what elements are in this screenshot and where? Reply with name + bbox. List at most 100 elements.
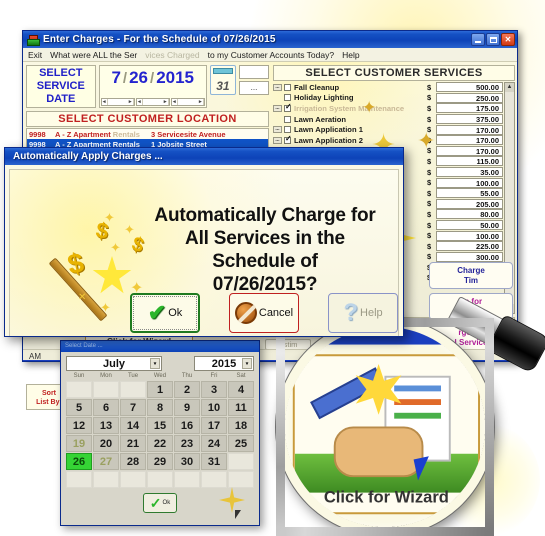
radio-option-schedule[interactable]: Schedule Da (488, 493, 494, 520)
price-value[interactable]: 170.00 (436, 145, 503, 156)
calendar-day-cell[interactable]: 8 (147, 399, 173, 416)
calendar-day-cell[interactable]: 19 (66, 435, 92, 452)
calendar-day-cell[interactable]: 7 (120, 399, 146, 416)
calendar-day-cell[interactable]: 15 (147, 417, 173, 434)
price-value[interactable]: 300.00 (436, 251, 503, 262)
calendar-day-cell[interactable]: 5 (66, 399, 92, 416)
price-row[interactable]: $175.00 (427, 103, 503, 114)
price-row[interactable]: $170.00 (427, 124, 503, 135)
calendar-day-cell[interactable]: 30 (174, 453, 200, 470)
calendar-day-cell[interactable]: 23 (174, 435, 200, 452)
year-scrollbar[interactable]: ◄ ► (170, 98, 205, 106)
price-value[interactable]: 100.00 (436, 230, 503, 241)
radio-icon-route[interactable] (488, 471, 494, 487)
price-value[interactable]: 375.00 (436, 114, 503, 125)
calendar-day-cell[interactable]: 31 (201, 453, 227, 470)
price-value[interactable]: 35.00 (436, 167, 503, 178)
month-dropdown[interactable]: July ▾ (66, 356, 162, 371)
price-row[interactable]: $100.00 (427, 230, 503, 241)
chevron-down-icon[interactable]: ▾ (150, 358, 160, 369)
magnified-wizard-card[interactable]: Click for Wizard (292, 354, 480, 515)
calendar-day-cell[interactable]: 27 (93, 453, 119, 470)
calendar-day-cell[interactable]: 12 (66, 417, 92, 434)
calendar-day-cell[interactable]: 4 (228, 381, 254, 398)
list-item[interactable]: ... Holiday Lighting (273, 93, 427, 104)
price-value[interactable]: 170.00 (436, 135, 503, 146)
day-scrollbar[interactable]: ◄ ► (135, 98, 170, 106)
service-checkbox[interactable] (284, 94, 291, 102)
calendar-day-cell[interactable]: 29 (147, 453, 173, 470)
price-row[interactable]: $55.00 (427, 188, 503, 199)
radio-icon-schedule[interactable] (488, 499, 494, 515)
row-detail-button[interactable]: ... (273, 136, 282, 144)
calendar-grid[interactable]: Sun Mon Tue Wed Thu Fri Sat 1 2 3 4 5 6 … (66, 373, 254, 488)
price-value[interactable]: 175.00 (436, 103, 503, 114)
close-button[interactable]: ✕ (501, 33, 515, 46)
extra-field-browse[interactable]: ... (239, 81, 269, 95)
row-detail-button[interactable]: ... (273, 104, 282, 112)
price-value[interactable]: 170.00 (436, 124, 503, 135)
date-spinner-group[interactable]: 7 / 26 / 2015 ◄ ► ◄ ► ◄ ► (98, 65, 207, 108)
charge-time-button[interactable]: Charge Tim (429, 262, 513, 289)
calendar-day-cell[interactable]: 28 (120, 453, 146, 470)
list-item[interactable]: ... Lawn Aeration (273, 114, 427, 125)
list-item[interactable]: ... Lawn Application 1 (273, 124, 427, 135)
price-value[interactable]: 225.00 (436, 241, 503, 252)
calendar-day-cell[interactable]: 2 (174, 381, 200, 398)
calendar-day-cell[interactable]: 3 (201, 381, 227, 398)
extra-field-1[interactable] (239, 65, 269, 79)
price-value[interactable]: 80.00 (436, 209, 503, 220)
minimize-button[interactable] (471, 33, 485, 46)
chevron-down-icon[interactable]: ▾ (242, 358, 252, 369)
price-value[interactable]: 250.00 (436, 92, 503, 103)
list-item[interactable]: ... Irrigation System Maintenance (273, 103, 427, 114)
calendar-ok-button[interactable]: ✓ Ok (143, 493, 177, 513)
service-checkbox[interactable] (284, 115, 291, 123)
calendar-day-cell[interactable]: 1 (147, 381, 173, 398)
calendar-day-cell[interactable]: 22 (147, 435, 173, 452)
price-row[interactable]: $250.00 (427, 92, 503, 104)
price-row[interactable]: $170.00 (427, 145, 503, 157)
menu-item-exit[interactable]: Exit (28, 50, 42, 60)
price-row[interactable]: $300.00 (427, 251, 503, 263)
calendar-picker-button[interactable]: 31 (209, 65, 236, 95)
calendar-day-cell[interactable]: 16 (174, 417, 200, 434)
price-row[interactable]: $100.00 (427, 177, 503, 188)
calendar-day-cell[interactable]: 21 (120, 435, 146, 452)
month-scrollbar[interactable]: ◄ ► (100, 98, 135, 106)
table-row[interactable]: 9998 A - Z Apartment Rentals 3 Servicesi… (27, 129, 268, 139)
price-row[interactable]: $115.00 (427, 156, 503, 167)
help-button[interactable]: ? Help (328, 293, 398, 333)
price-row[interactable]: $205.00 (427, 198, 503, 210)
price-value[interactable]: 55.00 (436, 188, 503, 199)
maximize-button[interactable] (486, 33, 500, 46)
calendar-day-cell[interactable]: 6 (93, 399, 119, 416)
radio-icon-estimate[interactable] (488, 526, 494, 536)
service-checkbox-checked[interactable] (284, 135, 292, 144)
price-row[interactable]: $500.00 (427, 82, 503, 93)
date-day[interactable]: 26 (129, 68, 148, 88)
ok-button[interactable]: ✔ Ok (130, 293, 200, 333)
service-checkbox[interactable] (284, 126, 291, 134)
calendar-day-cell[interactable]: 11 (228, 399, 254, 416)
price-value[interactable]: 115.00 (436, 156, 503, 167)
date-scroll-strip[interactable]: ◄ ► ◄ ► ◄ ► (100, 98, 206, 107)
price-row[interactable]: $170.00 (427, 135, 503, 146)
scroll-up-icon[interactable]: ▲ (505, 83, 514, 92)
list-item[interactable]: ... Lawn Application 2 (273, 135, 427, 146)
price-row[interactable]: $50.00 (427, 220, 503, 231)
menu-item-help[interactable]: Help (342, 50, 359, 60)
price-row[interactable]: $35.00 (427, 167, 503, 178)
price-row[interactable]: $375.00 (427, 114, 503, 125)
price-row[interactable]: $80.00 (427, 209, 503, 220)
calendar-day-cell[interactable]: 14 (120, 417, 146, 434)
price-value[interactable]: 50.00 (436, 220, 503, 231)
radio-option-route[interactable]: Route Rou (488, 465, 494, 492)
calendar-day-cell[interactable]: 25 (228, 435, 254, 452)
list-item[interactable]: ... Fall Cleanup (273, 82, 427, 93)
calendar-day-cell[interactable]: 17 (201, 417, 227, 434)
cancel-button[interactable]: Cancel (229, 293, 299, 333)
row-detail-button[interactable]: ... (273, 126, 282, 134)
calendar-day-cell[interactable]: 18 (228, 417, 254, 434)
service-checkbox-checked[interactable] (284, 103, 292, 112)
